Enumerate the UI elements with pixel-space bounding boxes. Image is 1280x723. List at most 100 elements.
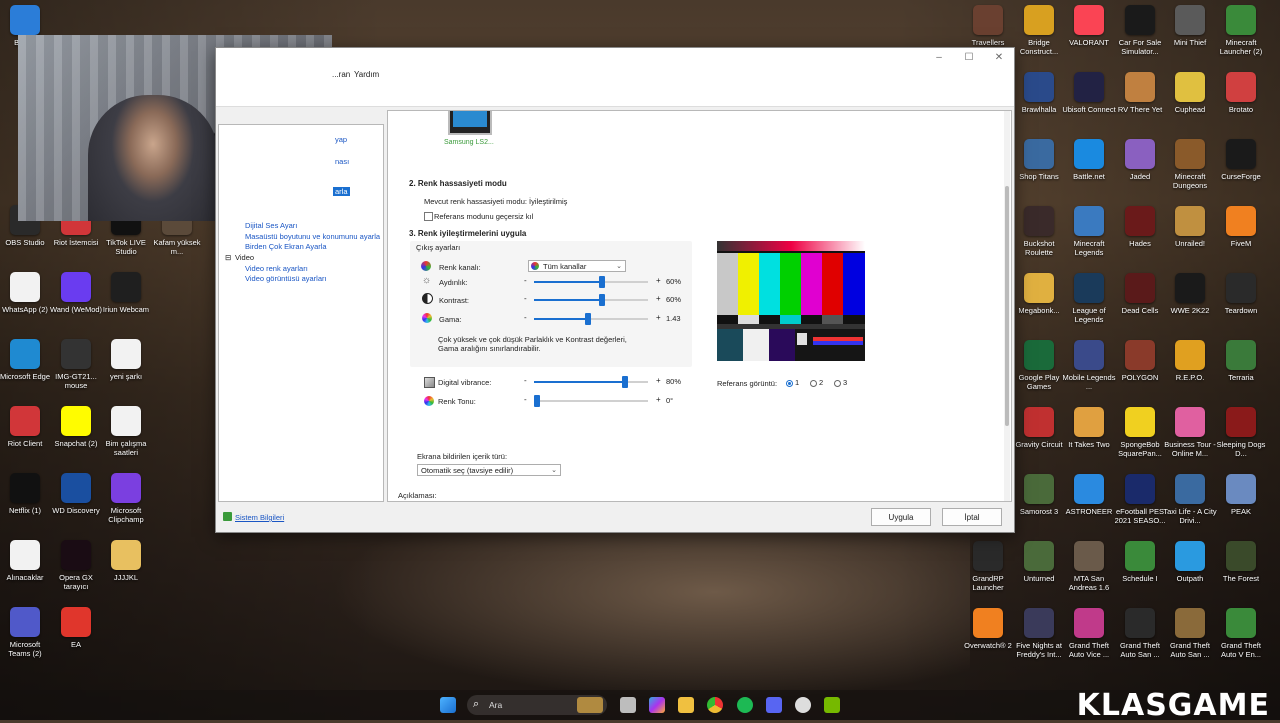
- desktop-icon-left-12[interactable]: Snapchat (2): [49, 406, 103, 448]
- desktop-icon-right-4[interactable]: Mini Thief: [1163, 5, 1217, 47]
- desktop-icon-right-42[interactable]: Unturned: [1012, 541, 1066, 583]
- desktop-icon-right-45[interactable]: Outpath: [1163, 541, 1217, 583]
- desktop-icon-left-10[interactable]: yeni şarkı: [99, 339, 153, 381]
- color-channel-dropdown[interactable]: Tüm kanallar ⌄: [528, 260, 626, 272]
- desktop-icon-left-13[interactable]: Bim çalışma saatleri: [99, 406, 153, 457]
- desktop-icon-right-49[interactable]: Grand Theft Auto Vice ...: [1062, 608, 1116, 659]
- desktop-icon-left-18[interactable]: Opera GX tarayıcı: [49, 540, 103, 591]
- taskbar-search[interactable]: ⌕ Ara: [467, 695, 607, 715]
- desktop-icon-right-20[interactable]: FiveM: [1214, 206, 1268, 248]
- reference-radio-2[interactable]: [810, 379, 817, 387]
- desktop-icon-right-41[interactable]: GrandRP Launcher: [961, 541, 1015, 592]
- desktop-icon-left-5[interactable]: WhatsApp (2): [0, 272, 52, 314]
- contrast-slider[interactable]: [534, 294, 648, 306]
- desktop-icon-left-7[interactable]: Iriun Webcam: [99, 272, 153, 314]
- discord-icon[interactable]: [766, 697, 782, 713]
- desktop-icon-right-36[interactable]: Samorost 3: [1012, 474, 1066, 516]
- reference-option-2[interactable]: 2: [810, 378, 823, 387]
- system-info-icon[interactable]: [223, 512, 232, 521]
- desktop-icon-right-15[interactable]: CurseForge: [1214, 139, 1268, 181]
- nav-tree-video-toggle[interactable]: ⊟: [225, 253, 231, 262]
- desktop-icon-left-15[interactable]: WD Discovery: [49, 473, 103, 515]
- desktop-icon-right-12[interactable]: Battle.net: [1062, 139, 1116, 181]
- desktop-icon-right-46[interactable]: The Forest: [1214, 541, 1268, 583]
- desktop-icon-left-6[interactable]: Wand (WeMod): [49, 272, 103, 314]
- desktop-icon-right-50[interactable]: Grand Theft Auto San ...: [1113, 608, 1167, 659]
- desktop-icon-right-47[interactable]: Overwatch® 2: [961, 608, 1015, 650]
- menu-item-help[interactable]: Yardım: [354, 70, 379, 79]
- copilot-icon[interactable]: [649, 697, 665, 713]
- reference-mode-checkbox[interactable]: [424, 212, 433, 221]
- desktop-icon-right-3[interactable]: Car For Sale Simulator...: [1113, 5, 1167, 56]
- menu-item-view[interactable]: ...ran: [332, 70, 350, 79]
- hue-slider[interactable]: [534, 395, 648, 407]
- desktop-icon-right-16[interactable]: Buckshot Roulette: [1012, 206, 1066, 257]
- desktop-icon-left-14[interactable]: Netflix (1): [0, 473, 52, 515]
- desktop-icon-right-51[interactable]: Grand Theft Auto San ...: [1163, 608, 1217, 659]
- desktop-icon-right-34[interactable]: Business Tour - Online M...: [1163, 407, 1217, 458]
- desktop-icon-right-2[interactable]: VALORANT: [1062, 5, 1116, 47]
- desktop-icon-right-5[interactable]: Minecraft Launcher (2): [1214, 5, 1268, 56]
- gamma-slider[interactable]: [534, 313, 648, 325]
- desktop-icon-right-33[interactable]: SpongeBob SquarePan...: [1113, 407, 1167, 458]
- desktop-icon-right-24[interactable]: WWE 2K22: [1163, 273, 1217, 315]
- content-scrollbar-thumb[interactable]: [1005, 186, 1009, 426]
- desktop-icon-right-31[interactable]: Gravity Circuit: [1012, 407, 1066, 449]
- desktop-icon-right-7[interactable]: Ubisoft Connect: [1062, 72, 1116, 114]
- desktop-icon-left-11[interactable]: Riot Client: [0, 406, 52, 448]
- desktop-icon-right-19[interactable]: Unrailed!: [1163, 206, 1217, 248]
- vibrance-slider-thumb[interactable]: [622, 376, 629, 388]
- desktop-icon-right-14[interactable]: Minecraft Dungeons: [1163, 139, 1217, 190]
- brightness-slider[interactable]: [534, 276, 648, 288]
- nav-item-selected[interactable]: arla: [333, 187, 350, 196]
- windows-start-icon[interactable]: [440, 697, 456, 713]
- content-type-dropdown[interactable]: Otomatik seç (tavsiye edilir) ⌄: [417, 464, 561, 476]
- apply-button[interactable]: Uygula: [871, 508, 931, 526]
- nav-item-video-color[interactable]: Video renk ayarları: [245, 264, 308, 273]
- desktop-icon-left-19[interactable]: JJJJKL: [99, 540, 153, 582]
- nvidia-control-panel-icon[interactable]: [824, 697, 840, 713]
- desktop-icon-right-29[interactable]: R.E.P.O.: [1163, 340, 1217, 382]
- nav-item-partial-1[interactable]: yap: [335, 135, 347, 144]
- close-icon[interactable]: ✕: [992, 51, 1006, 65]
- desktop-icon-right-25[interactable]: Teardown: [1214, 273, 1268, 315]
- desktop-icon-left-16[interactable]: Microsoft Clipchamp: [99, 473, 153, 524]
- desktop-icon-left-20[interactable]: Microsoft Teams (2): [0, 607, 52, 658]
- nav-item-video-image[interactable]: Video görüntüsü ayarları: [245, 274, 327, 283]
- desktop-icon-right-17[interactable]: Minecraft Legends: [1062, 206, 1116, 257]
- nav-item-desktop-size[interactable]: Masaüstü boyutunu ve konumunu ayarla: [245, 232, 380, 241]
- contrast-slider-thumb[interactable]: [599, 294, 606, 306]
- desktop-icon-right-44[interactable]: Schedule I: [1113, 541, 1167, 583]
- desktop-icon-right-27[interactable]: Mobile Legends ...: [1062, 340, 1116, 391]
- desktop-icon-right-39[interactable]: Taxi Life - A City Drivi...: [1163, 474, 1217, 525]
- task-view-icon[interactable]: [620, 697, 636, 713]
- cancel-button[interactable]: İptal: [942, 508, 1002, 526]
- nav-item-digital-audio[interactable]: Dijital Ses Ayarı: [245, 221, 297, 230]
- nav-item-multiple-displays[interactable]: Birden Çok Ekran Ayarla: [245, 242, 327, 251]
- desktop-icon-left-17[interactable]: Alınacaklar: [0, 540, 52, 582]
- desktop-icon-right-23[interactable]: Dead Cells: [1113, 273, 1167, 315]
- minimize-icon[interactable]: –: [932, 51, 946, 65]
- reference-option-1[interactable]: 1: [786, 378, 799, 387]
- desktop-icon-right-8[interactable]: RV There Yet: [1113, 72, 1167, 114]
- desktop-icon-right-32[interactable]: It Takes Two: [1062, 407, 1116, 449]
- desktop-icon-right-6[interactable]: Brawlhalla: [1012, 72, 1066, 114]
- monitor-label[interactable]: Samsung LS2...: [444, 139, 494, 146]
- desktop-icon-right-18[interactable]: Hades: [1113, 206, 1167, 248]
- reference-radio-3[interactable]: [834, 379, 841, 387]
- desktop-icon-left-8[interactable]: Microsoft Edge: [0, 339, 52, 381]
- content-scrollbar[interactable]: [1004, 111, 1010, 501]
- brightness-slider-thumb[interactable]: [599, 276, 606, 288]
- desktop-icon-right-30[interactable]: Terraria: [1214, 340, 1268, 382]
- desktop-icon-right-43[interactable]: MTA San Andreas 1.6: [1062, 541, 1116, 592]
- github-desktop-icon[interactable]: [795, 697, 811, 713]
- reference-option-3[interactable]: 3: [834, 378, 847, 387]
- desktop-icon-right-9[interactable]: Cuphead: [1163, 72, 1217, 114]
- maximize-icon[interactable]: ☐: [962, 51, 976, 65]
- desktop-icon-right-52[interactable]: Grand Theft Auto V En...: [1214, 608, 1268, 659]
- vibrance-slider[interactable]: [534, 376, 648, 388]
- system-info-link[interactable]: Sistem Bilgileri: [235, 513, 284, 522]
- desktop-icon-left-9[interactable]: IMG-GT21... mouse: [49, 339, 103, 390]
- gamma-slider-thumb[interactable]: [584, 313, 591, 325]
- desktop-icon-right-1[interactable]: Bridge Construct...: [1012, 5, 1066, 56]
